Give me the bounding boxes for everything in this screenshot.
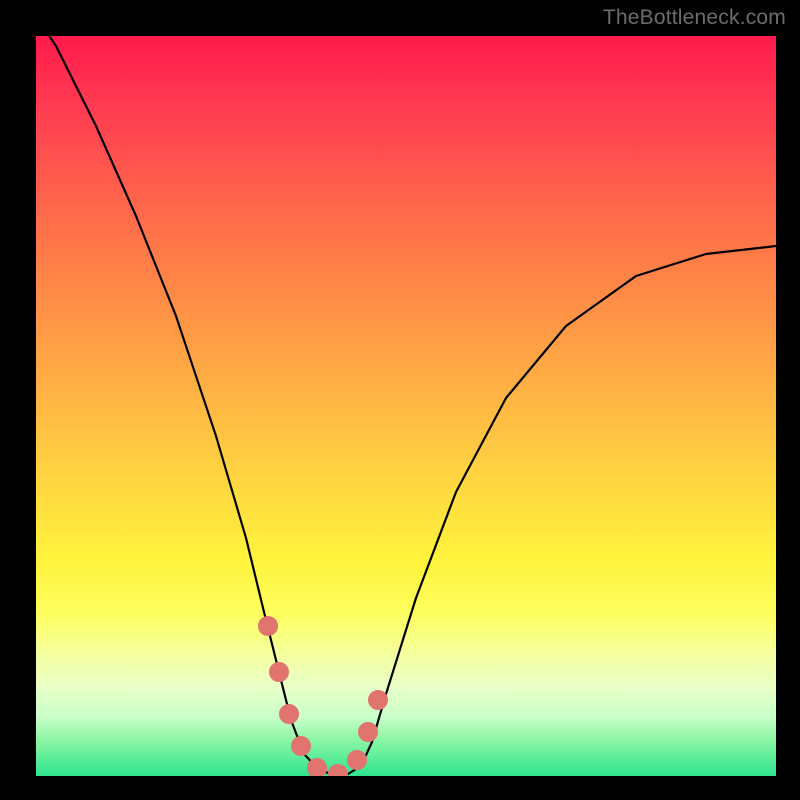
chart-area (36, 36, 776, 776)
bottleneck-curve (36, 36, 776, 774)
highlight-marker (350, 753, 364, 767)
highlight-marker (371, 693, 385, 707)
highlight-marker (331, 767, 345, 776)
highlight-marker (282, 707, 296, 721)
highlight-marker (310, 761, 324, 775)
highlight-marker (272, 665, 286, 679)
highlight-marker (361, 725, 375, 739)
highlight-marker (261, 619, 275, 633)
highlight-marker (294, 739, 308, 753)
watermark-text: TheBottleneck.com (603, 6, 786, 30)
bottleneck-chart-svg (36, 36, 776, 776)
